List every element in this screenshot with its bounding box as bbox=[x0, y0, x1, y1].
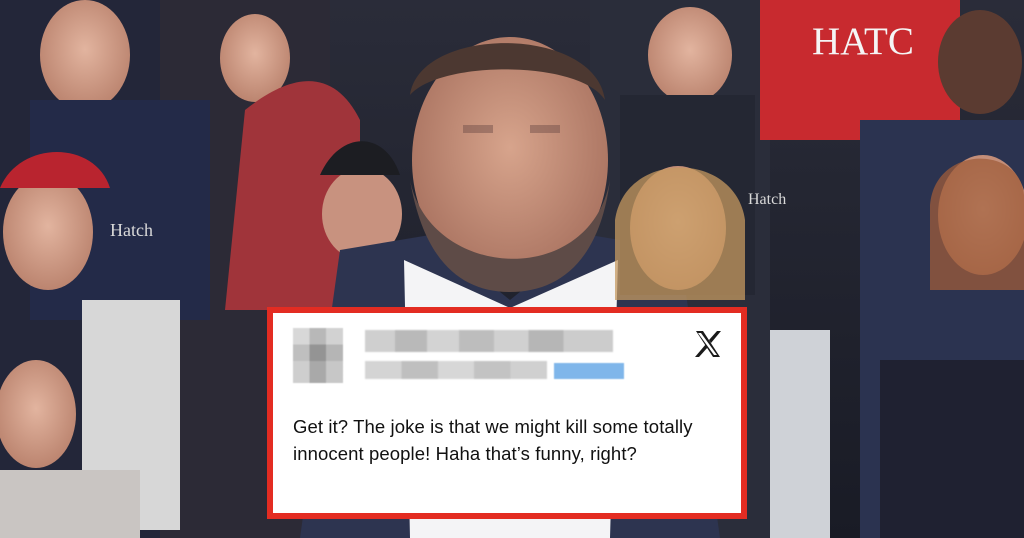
tweet-text: Get it? The joke is that we might kill s… bbox=[293, 416, 693, 464]
blurred-follow-link bbox=[554, 363, 624, 379]
right-shirt-text: HATC bbox=[812, 20, 914, 63]
blurred-author-name bbox=[365, 330, 613, 352]
x-logo-icon bbox=[695, 331, 721, 357]
blurred-avatar bbox=[293, 328, 343, 383]
blurred-author-handle bbox=[365, 361, 547, 379]
rally-photo: Hatch Hatch HATC Get it? The joke is tha… bbox=[0, 0, 1024, 538]
left-shirt-text: Hatch bbox=[110, 220, 153, 240]
tweet-card: Get it? The joke is that we might kill s… bbox=[267, 307, 747, 519]
center-shirt-text: Hatch bbox=[748, 191, 786, 208]
